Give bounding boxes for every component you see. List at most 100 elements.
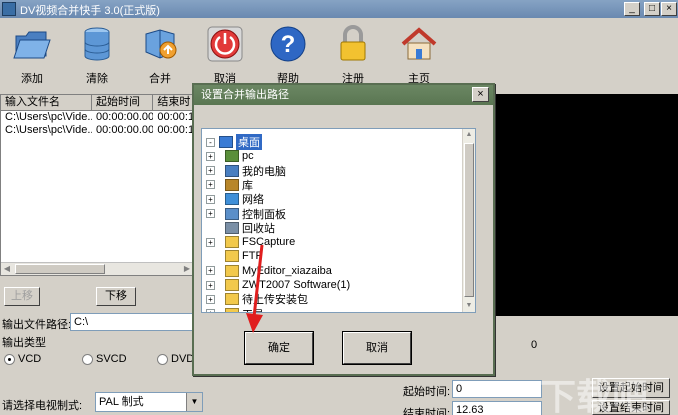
vertical-scrollbar[interactable]: ▲ ▼ (462, 129, 475, 312)
scroll-thumb[interactable] (464, 143, 474, 297)
tree-node-label: pc (242, 150, 254, 163)
cancel-button[interactable]: 取消 (342, 331, 412, 365)
tree-node[interactable]: + ZWT2007 Software(1) (206, 278, 350, 292)
control-panel-icon (225, 207, 239, 220)
tree-node[interactable]: + MyEditor_xiazaiba (206, 264, 332, 278)
tree-node[interactable]: + 网络 (206, 192, 264, 206)
folder-icon (225, 236, 239, 249)
app-icon (2, 2, 16, 16)
horizontal-scrollbar[interactable]: ◀ ▶ (1, 262, 193, 275)
start-time-field[interactable]: 0 (452, 380, 542, 398)
expand-toggle-icon[interactable]: + (206, 151, 215, 161)
tree-node[interactable]: 回收站 (206, 221, 275, 235)
network-icon (225, 193, 239, 206)
maximize-button[interactable]: □ (644, 2, 660, 16)
radio-dvd[interactable]: DVD (157, 353, 194, 365)
lock-icon (340, 25, 366, 61)
merge-icon (145, 29, 177, 59)
radio-svcd[interactable]: SVCD (82, 353, 127, 365)
computer-icon (225, 164, 239, 177)
tree-node[interactable]: + 控制面板 (206, 207, 286, 221)
scroll-thumb[interactable] (15, 264, 105, 274)
move-down-button[interactable]: 下移 (96, 287, 136, 306)
dialog-close-button[interactable]: × (472, 87, 489, 102)
folder-icon (225, 307, 239, 312)
add-button[interactable]: 添加 (4, 24, 60, 88)
help-icon: ? (270, 26, 306, 62)
output-path-dialog: 设置合并输出路径 × - 桌面 + pc + 我的电脑 + 库 + 网络 + 控制面板 回收站 + FSCa… (192, 83, 495, 376)
dialog-title: 设置合并输出路径 (201, 89, 289, 101)
watermark: 下载吧 (540, 376, 649, 415)
tree-node-label: 回收站 (242, 222, 275, 235)
expand-toggle-icon[interactable]: + (206, 309, 215, 312)
expand-toggle-icon[interactable]: + (206, 180, 215, 190)
database-icon (84, 27, 110, 61)
scroll-down-icon[interactable]: ▼ (463, 300, 475, 312)
minimize-button[interactable]: _ (624, 2, 640, 16)
recycle-bin-icon (225, 221, 239, 234)
help-button[interactable]: ? 帮助 (260, 24, 316, 88)
tree-node-label: 桌面 (236, 134, 262, 150)
chevron-down-icon[interactable]: ▼ (186, 393, 202, 411)
output-type-label: 输出类型 (2, 337, 46, 349)
tv-system-select[interactable]: PAL 制式 ▼ (95, 392, 203, 412)
title-bar: DV视频合并快手 3.0(正式版) _ □ × (0, 0, 678, 18)
scroll-up-icon[interactable]: ▲ (463, 129, 475, 141)
window-title: DV视频合并快手 3.0(正式版) (20, 5, 160, 17)
expand-toggle-icon (206, 223, 215, 232)
folder-icon (13, 31, 51, 59)
dialog-title-bar: 设置合并输出路径 × (194, 85, 493, 105)
output-path-field[interactable]: C:\ (70, 313, 194, 331)
expand-toggle-icon[interactable]: + (206, 294, 215, 304)
expand-toggle-icon[interactable]: - (206, 137, 215, 147)
tree-node[interactable]: - 桌面 (206, 134, 262, 150)
user-icon (225, 150, 239, 163)
column-header-filename[interactable]: 输入文件名 (1, 95, 93, 110)
folder-tree[interactable]: - 桌面 + pc + 我的电脑 + 库 + 网络 + 控制面板 回收站 + FSCapture FTP + My… (201, 128, 476, 313)
clear-button[interactable]: 清除 (69, 24, 125, 88)
radio-vcd[interactable]: VCD (4, 353, 41, 365)
close-window-button[interactable]: × (661, 2, 677, 16)
library-icon (225, 178, 239, 191)
column-header-start[interactable]: 起始时间 (92, 95, 154, 110)
counter-value: 0 (531, 339, 538, 351)
folder-icon (225, 279, 239, 291)
input-file-list[interactable]: 输入文件名 起始时间 结束时 C:\Users\pc\Vide... 00:00… (0, 94, 194, 276)
output-path-label: 输出文件路径: (2, 319, 72, 331)
table-row[interactable]: C:\Users\pc\Vide... 00:00:00.00 00:00:1 (1, 111, 193, 124)
desktop-icon (219, 136, 233, 148)
register-button[interactable]: 注册 (325, 24, 381, 88)
expand-toggle-icon[interactable]: + (206, 166, 215, 176)
svg-text:?: ? (281, 31, 296, 58)
cancel-icon (207, 26, 243, 62)
expand-toggle-icon[interactable]: + (206, 237, 215, 247)
arrow-annotation (246, 244, 264, 333)
move-up-button[interactable]: 上移 (4, 287, 40, 306)
start-time-label: 起始时间: (403, 386, 451, 398)
merge-button[interactable]: 合并 (132, 24, 188, 88)
video-preview (494, 94, 678, 316)
expand-toggle-icon[interactable]: + (206, 280, 215, 290)
confirm-button[interactable]: 确定 (244, 331, 314, 365)
end-time-label: 结束时间: (403, 408, 451, 415)
scroll-left-icon[interactable]: ◀ (1, 263, 13, 275)
cancel-toolbar-button[interactable]: 取消 (197, 24, 253, 88)
expand-toggle-icon[interactable]: + (206, 194, 215, 204)
tree-node[interactable]: + pc (206, 149, 254, 163)
home-icon (401, 27, 437, 60)
column-header-end[interactable]: 结束时 (153, 95, 193, 110)
end-time-field[interactable]: 12.63 (452, 401, 542, 415)
expand-toggle-icon[interactable]: + (206, 209, 215, 218)
tree-node[interactable]: + 库 (206, 178, 253, 192)
expand-toggle-icon (206, 252, 215, 261)
homepage-button[interactable]: 主页 (391, 24, 447, 88)
folder-icon (225, 250, 239, 263)
file-list-header: 输入文件名 起始时间 结束时 (1, 95, 193, 111)
tv-system-label: 请选择电视制式: (2, 400, 83, 412)
table-row[interactable]: C:\Users\pc\Vide... 00:00:00.00 00:00:1 (1, 124, 193, 137)
tree-node[interactable]: + 我的电脑 (206, 164, 286, 178)
toolbar: 添加 清除 合并 取消 ? 帮助 注册 主页 (0, 18, 678, 88)
expand-toggle-icon[interactable]: + (206, 266, 215, 276)
folder-icon (225, 264, 239, 277)
folder-icon (225, 293, 239, 306)
